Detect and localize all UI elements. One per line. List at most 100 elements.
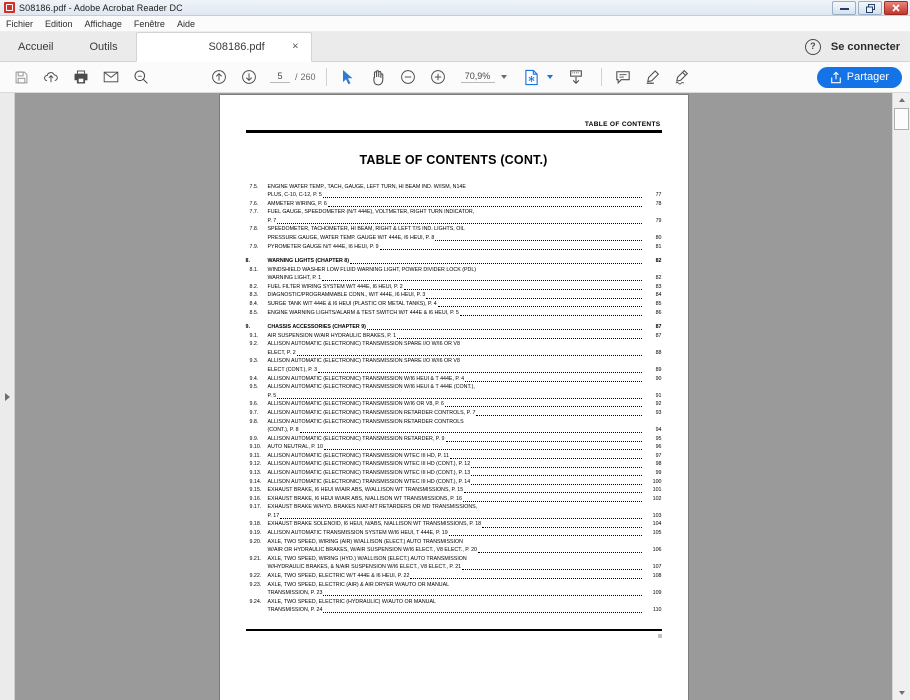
toc-entry-line: FUEL FILTER WIRING SYSTEM W/T 444E, I6 H… [268,283,662,292]
scrollbar-thumb[interactable] [894,108,909,130]
scroll-up-button[interactable] [893,93,910,107]
zoom-in-button[interactable] [425,65,451,89]
tab-document[interactable]: S08186.pdf × [135,32,312,62]
menu-edition[interactable]: Edition [45,19,80,29]
menu-fenetre[interactable]: Fenêtre [134,19,172,29]
toc-entry[interactable]: 9.1. AIR SUSPENSION W/AIR HYDRAULIC BRAKE… [246,332,662,341]
tab-outils[interactable]: Outils [71,32,135,61]
share-button[interactable]: Partager [816,66,902,88]
toc-entry-body: ALLISON AUTOMATIC (ELECTRONIC) TRANSMISS… [268,375,662,384]
signature-button[interactable] [670,65,696,89]
toc-entry[interactable]: 9. CHASSIS ACCESSORIES (CHAPTER 9) 87 [246,323,662,332]
toc-entry-text: W/HYDRAULIC BRAKES, & N/AIR SUSPENSION W… [267,564,462,571]
toc-entry[interactable]: 9.18. EXHAUST BRAKE SOLENOID, I6 HEUI, N/… [246,520,662,529]
toc-entry-line: ALLISON AUTOMATIC (ELECTRONIC) TRANSMISS… [268,460,662,469]
zoom-out-button[interactable] [395,65,421,89]
toc-entry[interactable]: 9.3. ALLISON AUTOMATIC (ELECTRONIC) TRANS… [246,357,662,374]
toc-entry-text: WARNING LIGHT, P. 1 [267,275,322,282]
search-button[interactable] [128,65,154,89]
toc-entry-body: SURGE TANK W/T 444E & I6 HEUI (PLASTIC O… [268,300,662,309]
toc-entry[interactable]: 8.1. WINDSHIELD WASHER LOW FLUID WARNING … [246,266,662,283]
navigation-pane-rail[interactable] [0,93,15,700]
toc-entry[interactable]: 9.15. EXHAUST BRAKE, I6 HEUI W/AIR ABS, W… [246,486,662,495]
toc-entry[interactable]: 9.13. ALLISON AUTOMATIC (ELECTRONIC) TRAN… [246,469,662,478]
toc-entry[interactable]: 8.5. ENGINE WARNING LIGHTS/ALARM & TEST S… [246,309,662,318]
toc-entry-text: ALLISON AUTOMATIC (ELECTRONIC) TRANSMISS… [267,478,471,485]
toc-entry[interactable]: 9.19. ALLISON AUTOMATIC TRANSMISSION SYST… [246,529,662,538]
chevron-right-icon[interactable] [4,392,10,401]
toc-entry[interactable]: 9.24. AXLE, TWO SPEED, ELECTRIC (HYDRAULI… [246,598,662,615]
toc-entry[interactable]: 7.9. PYROMETER GAUGE N/T 444E, I6 HEUI, P… [246,243,662,252]
previous-page-button[interactable] [206,65,232,89]
save-button[interactable] [8,65,34,89]
toc-entry[interactable]: 9.22. AXLE, TWO SPEED, ELECTRIC W/T 444E … [246,572,662,581]
next-page-button[interactable] [236,65,262,89]
toc-entry-page: 97 [655,452,662,459]
toc-leader-dots [459,314,642,316]
print-button[interactable] [68,65,94,89]
toc-entry[interactable]: 9.10. AUTO NEUTRAL, P. 10 96 [246,443,662,452]
toc-entry[interactable]: 9.5. ALLISON AUTOMATIC (ELECTRONIC) TRANS… [246,383,662,400]
toc-entry-number: 9.13. [249,470,262,476]
toc-entry[interactable]: 9.20. AXLE, TWO SPEED, WIRING (AIR) W/ALL… [246,538,662,555]
toc-entry[interactable]: 9.16. EXHAUST BRAKE, I6 HEUI W/AIR ABS, N… [246,495,662,504]
menu-fichier[interactable]: Fichier [6,19,40,29]
chevron-down-icon[interactable] [500,75,507,79]
vertical-scrollbar[interactable] [892,93,910,700]
hand-tool-button[interactable] [365,65,391,89]
toc-entry[interactable]: 7.8. SPEEDOMETER, TACHOMETER, HI BEAM, RI… [246,225,662,242]
upload-cloud-icon [44,72,58,83]
highlight-button[interactable] [640,65,666,89]
scroll-down-button[interactable] [893,686,910,700]
toc-entry-body: ALLISON AUTOMATIC (ELECTRONIC) TRANSMISS… [268,469,662,478]
toc-entry-number: 7.5. [249,183,259,190]
toc-entry[interactable]: 8. WARNING LIGHTS (CHAPTER 8) 82 [246,257,662,266]
upload-button[interactable] [38,65,64,89]
toc-entry[interactable]: 8.2. FUEL FILTER WIRING SYSTEM W/T 444E, … [246,283,662,292]
toc-entry[interactable]: 9.6. ALLISON AUTOMATIC (ELECTRONIC) TRANS… [246,400,662,409]
toc-entry[interactable]: 9.23. AXLE, TWO SPEED, ELECTRIC (AIR) & A… [246,581,662,598]
restore-button[interactable] [858,1,882,15]
toc-entry-text: PYROMETER GAUGE N/T 444E, I6 HEUI, P. 9 [267,243,379,250]
toc-entry-line: ELECT, P. 2 88 [268,349,662,358]
page-number-input[interactable] [270,71,290,83]
toc-entry[interactable]: 9.4. ALLISON AUTOMATIC (ELECTRONIC) TRANS… [246,375,662,384]
scroll-mode-button[interactable] [563,65,589,89]
toc-entry[interactable]: 9.14. ALLISON AUTOMATIC (ELECTRONIC) TRAN… [246,478,662,487]
toc-entry[interactable]: 7.5. ENGINE WATER TEMP., TACH, GAUGE, LEF… [246,183,662,200]
document-viewport[interactable]: TABLE OF CONTENTS TABLE OF CONTENTS (CON… [15,93,892,700]
email-button[interactable] [98,65,124,89]
zoom-level-control[interactable]: 70,9% [460,71,507,83]
toc-entry[interactable]: 9.21. AXLE, TWO SPEED, WIRING (HYD.) W/AL… [246,555,662,572]
scroll-down-arrow-icon [898,691,905,695]
page-fit-button[interactable] [519,65,545,89]
toc-entry[interactable]: 7.7. FUEL GAUGE, SPEEDOMETER (N/T 444E), … [246,208,662,225]
toc-entry-page: 80 [655,234,662,241]
toc-entry[interactable]: 7.6. AMMETER WIRING, P. 6 78 [246,200,662,209]
toc-entry[interactable]: 9.11. ALLISON AUTOMATIC (ELECTRONIC) TRAN… [246,452,662,461]
toc-entry-page: 82 [655,275,662,282]
help-icon[interactable]: ? [804,38,821,55]
toc-entry[interactable]: 9.2. ALLISON AUTOMATIC (ELECTRONIC) TRANS… [246,340,662,357]
main-toolbar: / 260 70,9% [0,62,910,93]
toc-entry[interactable]: 9.17. EXHAUST BRAKE W/HYD. BRAKES N/AT-MT… [246,503,662,520]
sign-in-link[interactable]: Se connecter [831,41,900,53]
toc-entry[interactable]: 9.8. ALLISON AUTOMATIC (ELECTRONIC) TRANS… [246,418,662,435]
close-icon[interactable]: × [292,41,298,53]
toc-entry-page: 101 [652,487,662,494]
toc-entry[interactable]: 9.9. ALLISON AUTOMATIC (ELECTRONIC) TRANS… [246,435,662,444]
tab-accueil[interactable]: Accueil [0,32,71,61]
menu-aide[interactable]: Aide [177,19,202,29]
toc-entry[interactable]: 8.3. DIAGNOSTIC/PROGRAMMABLE CONN., W/T 4… [246,291,662,300]
minimize-button[interactable] [832,1,856,15]
menu-affichage[interactable]: Affichage [85,19,129,29]
close-button[interactable] [884,1,908,15]
toc-entry[interactable]: 9.12. ALLISON AUTOMATIC (ELECTRONIC) TRAN… [246,460,662,469]
toc-entry[interactable]: 8.4. SURGE TANK W/T 444E & I6 HEUI (PLAST… [246,300,662,309]
page-fit-chevron-down-icon[interactable] [546,75,553,79]
toc-entry-body: ENGINE WARNING LIGHTS/ALARM & TEST SWITC… [268,309,662,318]
comment-button[interactable] [610,65,636,89]
select-tool-button[interactable] [335,65,361,89]
toc-entry[interactable]: 9.7. ALLISON AUTOMATIC (ELECTRONIC) TRANS… [246,409,662,418]
plus-circle-icon [430,70,445,84]
